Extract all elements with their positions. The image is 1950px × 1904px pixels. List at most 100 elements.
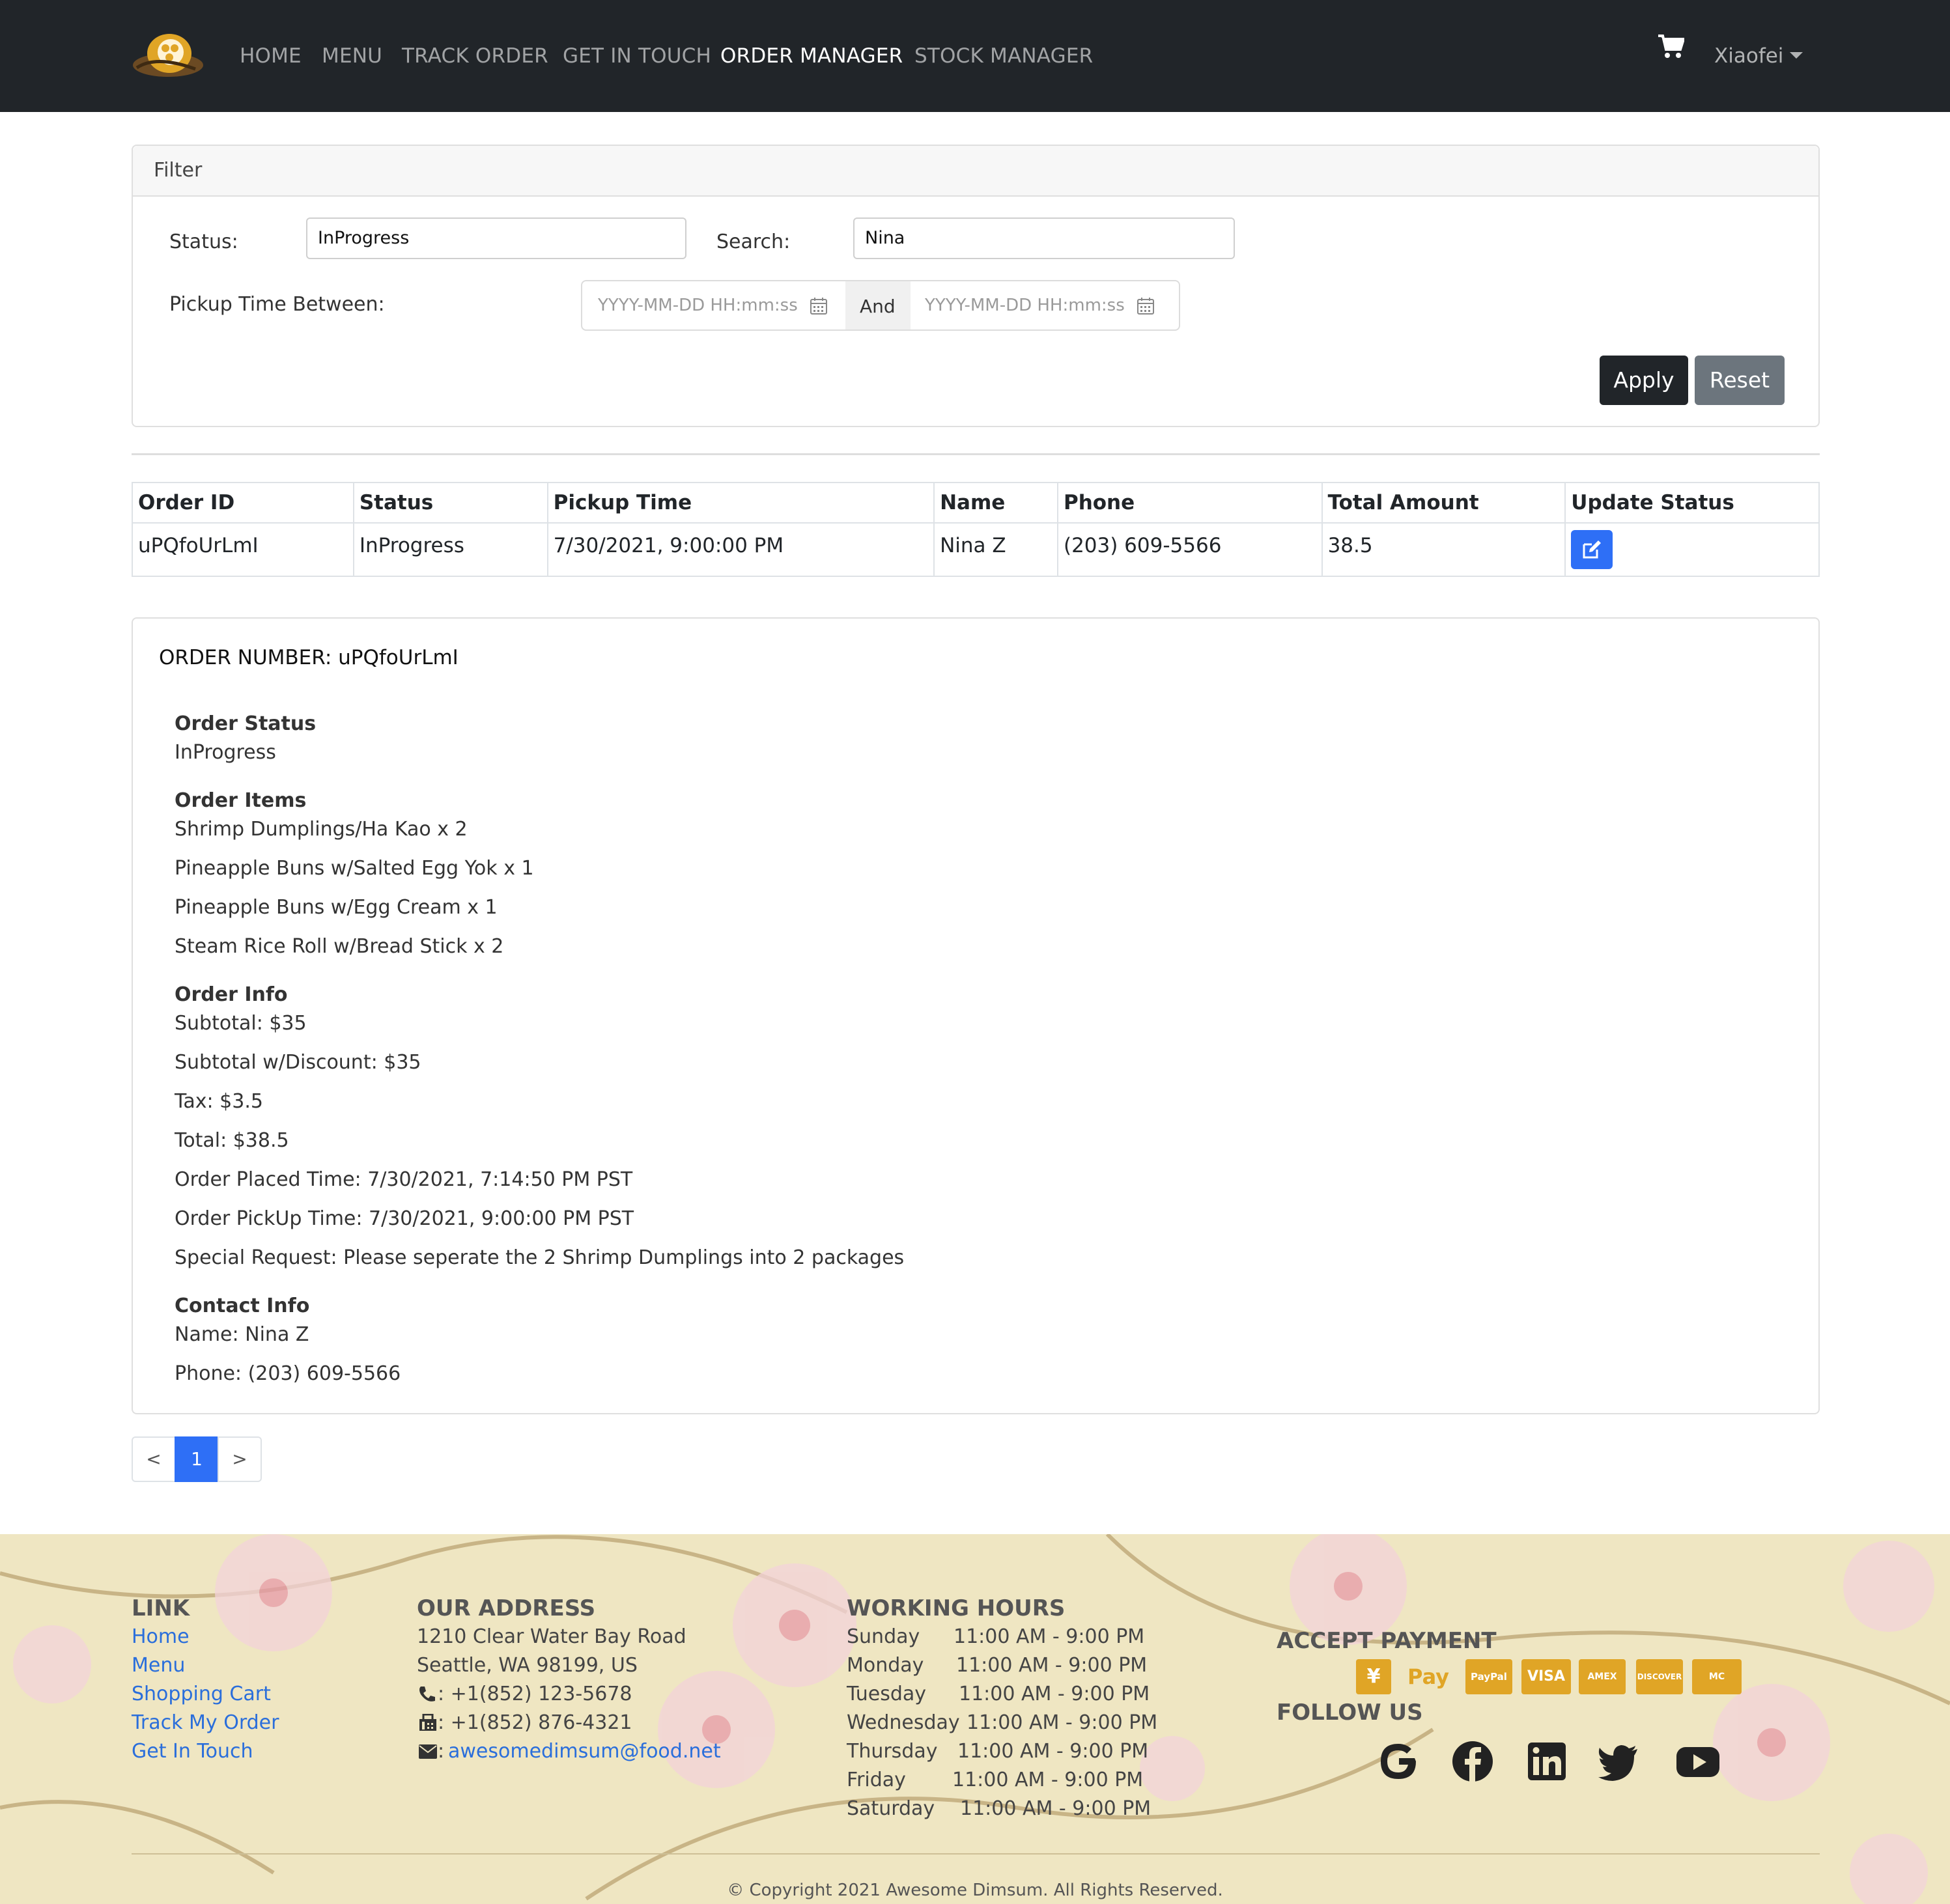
cell-status: InProgress [352, 522, 548, 577]
table-row[interactable]: uPQfoUrLmI InProgress 7/30/2021, 9:00:00… [132, 522, 1820, 577]
order-number: ORDER NUMBER: uPQfoUrLmI [159, 646, 459, 669]
special-request: Special Request: Please seperate the 2 S… [175, 1246, 905, 1269]
nav-track-order[interactable]: TRACK ORDER [402, 43, 548, 69]
discover-icon: DISCOVER [1636, 1659, 1683, 1694]
end-date-input[interactable]: YYYY-MM-DD HH:mm:ss [925, 296, 1125, 315]
order-item: Pineapple Buns w/Salted Egg Yok x 1 [175, 857, 534, 880]
footer-address-heading: OUR ADDRESS [417, 1595, 596, 1621]
filter-card: Filter Status: InProgress Search: Nina P… [132, 145, 1820, 427]
american-express-icon: AMEX [1579, 1659, 1626, 1694]
phone-icon [419, 1687, 435, 1701]
footer-link-shopping-cart[interactable]: Shopping Cart [132, 1683, 271, 1705]
fax-icon [419, 1714, 436, 1731]
nav-menu[interactable]: MENU [322, 43, 382, 69]
calendar-icon[interactable] [1137, 297, 1154, 315]
footer-hours-heading: WORKING HOURS [847, 1595, 1066, 1621]
col-phone: Phone [1056, 482, 1323, 524]
cell-pickup-time: 7/30/2021, 9:00:00 PM [546, 522, 935, 577]
hours-time: 11:00 AM - 9:00 PM [954, 1625, 1145, 1648]
footer-link-get-in-touch[interactable]: Get In Touch [132, 1740, 253, 1763]
filter-header: Filter [133, 146, 1818, 197]
cell-order-id: uPQfoUrLmI [132, 522, 354, 577]
user-dropdown[interactable]: Xiaofei [1714, 43, 1803, 69]
hours-time: 11:00 AM - 9:00 PM [956, 1654, 1148, 1677]
orders-table: Order ID Status Pickup Time Name Phone T… [132, 482, 1820, 577]
start-date-input[interactable]: YYYY-MM-DD HH:mm:ss [598, 296, 798, 315]
search-input[interactable]: Nina [853, 217, 1235, 259]
pickup-date-range: YYYY-MM-DD HH:mm:ss And YYYY-MM-DD HH:mm… [581, 280, 1180, 331]
nav-get-in-touch[interactable]: GET IN TOUCH [563, 43, 711, 69]
footer-divider [132, 1853, 1820, 1855]
hours-day: Tuesday [847, 1683, 927, 1705]
footer-link-menu[interactable]: Menu [132, 1654, 185, 1677]
contact-name: Name: Nina Z [175, 1323, 309, 1346]
prev-page-button[interactable]: < [132, 1436, 176, 1482]
footer-fax: : +1(852) 876-4321 [438, 1711, 632, 1734]
edit-icon [1583, 540, 1602, 559]
footer-email-prefix: : [438, 1740, 445, 1763]
hours-day: Saturday [847, 1797, 935, 1820]
order-item: Shrimp Dumplings/Ha Kao x 2 [175, 818, 468, 841]
order-item: Steam Rice Roll w/Bread Stick x 2 [175, 935, 504, 958]
hours-day: Friday [847, 1769, 906, 1791]
copyright: © Copyright 2021 Awesome Dimsum. All Rig… [727, 1881, 1223, 1900]
twitter-icon[interactable] [1596, 1739, 1641, 1784]
contact-info-heading: Contact Info [175, 1295, 310, 1317]
hours-day: Sunday [847, 1625, 920, 1648]
google-icon[interactable] [1376, 1739, 1421, 1784]
address-line-2: Seattle, WA 98199, US [417, 1654, 638, 1677]
order-item: Pineapple Buns w/Egg Cream x 1 [175, 896, 498, 919]
page-1-button[interactable]: 1 [175, 1436, 219, 1482]
order-info-heading: Order Info [175, 983, 288, 1006]
navbar: HOME MENU TRACK ORDER GET IN TOUCH ORDER… [0, 0, 1950, 112]
tax: Tax: $3.5 [175, 1090, 263, 1113]
logo-icon[interactable] [130, 29, 207, 82]
col-update-status: Update Status [1564, 482, 1820, 524]
and-separator: And [845, 281, 911, 329]
paypal-icon: PayPal [1465, 1659, 1512, 1694]
visa-icon: VISA [1521, 1659, 1571, 1694]
nav-stock-manager[interactable]: STOCK MANAGER [914, 43, 1093, 69]
order-placed-time: Order Placed Time: 7/30/2021, 7:14:50 PM… [175, 1168, 633, 1191]
nav-order-manager[interactable]: ORDER MANAGER [720, 43, 903, 69]
total: Total: $38.5 [175, 1129, 289, 1152]
hours-day: Monday [847, 1654, 924, 1677]
user-name: Xiaofei [1714, 44, 1784, 68]
edit-status-button[interactable] [1571, 530, 1613, 569]
nav-home[interactable]: HOME [240, 43, 302, 69]
footer-link-heading: LINK [132, 1595, 190, 1621]
table-header-row: Order ID Status Pickup Time Name Phone T… [132, 482, 1820, 524]
footer-link-track-order[interactable]: Track My Order [132, 1711, 279, 1734]
order-pickup-time: Order PickUp Time: 7/30/2021, 9:00:00 PM… [175, 1207, 634, 1230]
cart-icon[interactable] [1658, 34, 1684, 59]
cell-total: 38.5 [1321, 522, 1566, 577]
calendar-icon[interactable] [810, 297, 827, 315]
hours-time: 11:00 AM - 9:00 PM [960, 1797, 1152, 1820]
col-status: Status [352, 482, 548, 524]
footer-email-link[interactable]: awesomedimsum@food.net [448, 1740, 721, 1763]
footer-link-home[interactable]: Home [132, 1625, 190, 1648]
footer-payment-heading: ACCEPT PAYMENT [1277, 1628, 1497, 1654]
col-order-id: Order ID [132, 482, 354, 524]
next-page-button[interactable]: > [218, 1436, 262, 1482]
facebook-icon[interactable] [1450, 1739, 1495, 1784]
filter-title: Filter [154, 159, 203, 182]
apply-button[interactable]: Apply [1600, 356, 1688, 405]
status-input[interactable]: InProgress [306, 217, 686, 259]
pickup-time-label: Pickup Time Between: [169, 293, 385, 316]
col-total-amount: Total Amount [1321, 482, 1566, 524]
hours-time: 11:00 AM - 9:00 PM [959, 1683, 1150, 1705]
and-label: And [860, 296, 896, 317]
linkedin-icon[interactable] [1524, 1739, 1570, 1784]
hours-time: 11:00 AM - 9:00 PM [967, 1711, 1158, 1734]
reset-button[interactable]: Reset [1695, 356, 1785, 405]
subtotal-discount: Subtotal w/Discount: $35 [175, 1051, 421, 1074]
apple-pay-icon: Pay [1407, 1664, 1450, 1689]
subtotal: Subtotal: $35 [175, 1012, 307, 1035]
cell-phone: (203) 609-5566 [1056, 522, 1323, 577]
col-pickup-time: Pickup Time [546, 482, 935, 524]
envelope-icon [419, 1744, 437, 1759]
youtube-icon[interactable] [1675, 1739, 1721, 1784]
footer-phone: : +1(852) 123-5678 [438, 1683, 632, 1705]
status-label: Status: [169, 231, 238, 253]
